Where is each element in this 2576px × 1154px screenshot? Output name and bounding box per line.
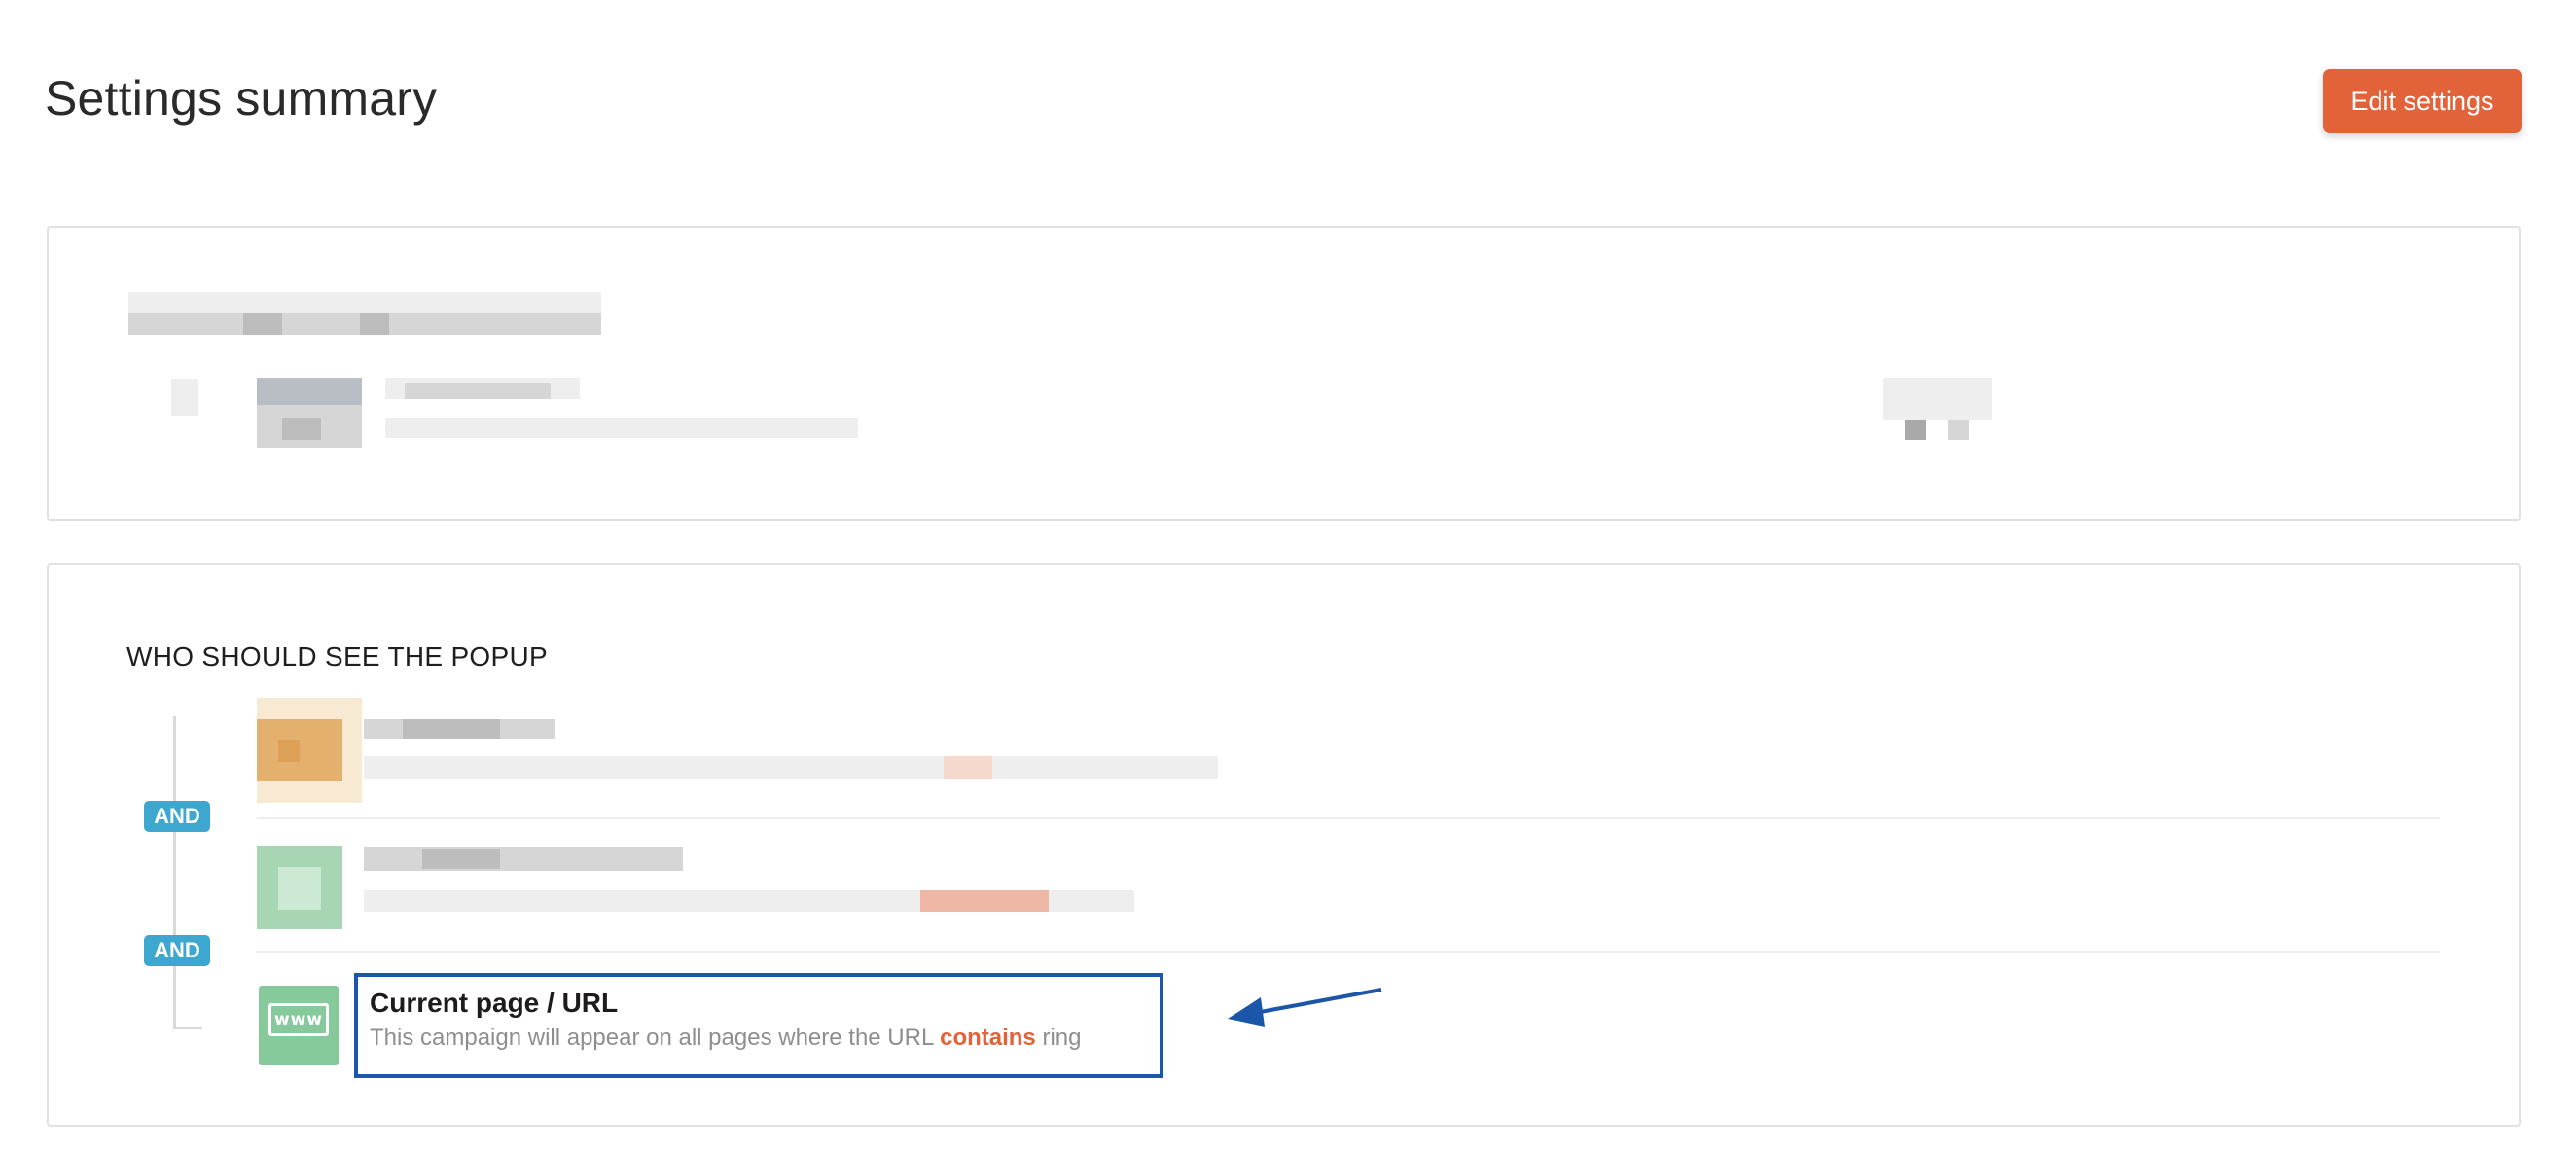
condition-value: ring: [1035, 1025, 1082, 1051]
summary-card: [47, 226, 2521, 521]
section-heading: WHO SHOULD SEE THE POPUP: [126, 641, 548, 671]
blurred-bullet: [171, 379, 198, 416]
condition-title[interactable]: Current page / URL: [370, 988, 618, 1019]
condition-divider: [257, 817, 2440, 819]
edit-settings-button[interactable]: Edit settings: [2323, 69, 2522, 133]
condition-operator-keyword: contains: [940, 1025, 1036, 1051]
settings-summary-page: Settings summary Edit settings WHO SHOUL…: [0, 0, 2576, 1154]
and-operator-badge: AND: [144, 801, 210, 832]
www-icon: www: [259, 986, 339, 1065]
blurred-condition-icon: [257, 846, 342, 929]
condition-description-text: This campaign will appear on all pages w…: [370, 1025, 941, 1051]
condition-divider: [257, 951, 2440, 953]
condition-connector-line: [173, 716, 176, 1029]
condition-connector-end: [173, 1027, 202, 1029]
annotation-arrow-icon: [1228, 988, 1382, 1027]
page-title: Settings summary: [45, 71, 438, 126]
targeting-card: WHO SHOULD SEE THE POPUP AND AND www Cur…: [47, 563, 2521, 1127]
blurred-condition-icon: [257, 698, 362, 803]
and-operator-badge: AND: [144, 935, 210, 966]
condition-description: This campaign will appear on all pages w…: [370, 1025, 1081, 1052]
